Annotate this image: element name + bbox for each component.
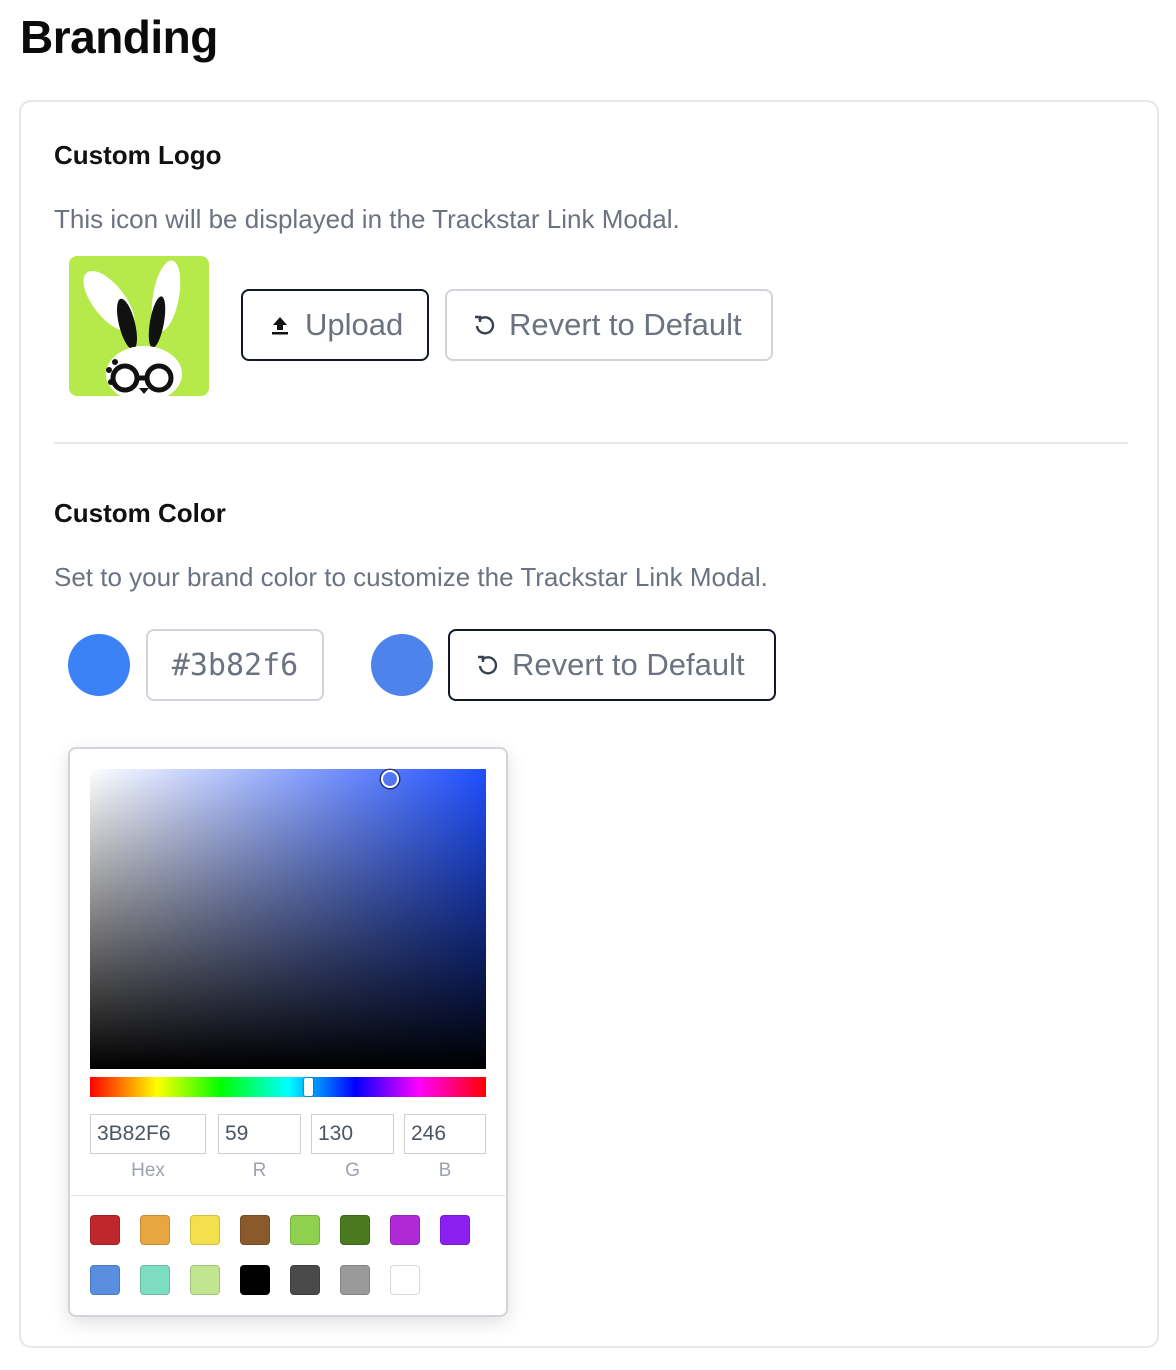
revert-color-button-label: Revert to Default [512, 647, 745, 682]
upload-icon [267, 312, 293, 338]
picker-g-input[interactable]: 130 [311, 1114, 394, 1154]
preset-color-swatch[interactable] [440, 1215, 470, 1245]
revert-icon [471, 312, 497, 338]
revert-logo-button[interactable]: Revert to Default [445, 289, 773, 361]
preset-color-swatch[interactable] [340, 1265, 370, 1295]
preset-color-swatch[interactable] [390, 1265, 420, 1295]
picker-g-label: G [345, 1160, 360, 1181]
default-color-swatch [371, 634, 433, 696]
revert-icon [474, 652, 500, 678]
picker-hex-label: Hex [131, 1160, 165, 1181]
bunny-logo-icon [83, 260, 182, 396]
saturation-area[interactable] [90, 769, 486, 1069]
branding-card: Custom Logo This icon will be displayed … [19, 100, 1159, 1348]
hex-color-input[interactable]: #3b82f6 [146, 629, 324, 701]
preset-color-swatch[interactable] [240, 1215, 270, 1245]
hue-slider[interactable] [90, 1077, 486, 1097]
picker-divider [70, 1195, 506, 1196]
picker-b-label: B [438, 1160, 452, 1181]
preset-color-swatch[interactable] [140, 1265, 170, 1295]
revert-color-button[interactable]: Revert to Default [448, 629, 776, 701]
picker-r-input[interactable]: 59 [218, 1114, 301, 1154]
revert-logo-button-label: Revert to Default [509, 307, 742, 342]
preset-color-swatch[interactable] [390, 1215, 420, 1245]
color-picker-popover: 3B82F6 59 130 246 Hex R G B [68, 747, 508, 1317]
logo-preview [69, 256, 209, 396]
picker-hex-input[interactable]: 3B82F6 [90, 1114, 206, 1154]
picker-b-input[interactable]: 246 [404, 1114, 486, 1154]
preset-color-swatch[interactable] [290, 1265, 320, 1295]
custom-logo-description: This icon will be displayed in the Track… [54, 204, 680, 234]
hue-slider-handle[interactable] [304, 1078, 313, 1096]
page-title: Branding [20, 11, 218, 63]
preset-color-swatch[interactable] [140, 1215, 170, 1245]
preset-color-swatch[interactable] [90, 1215, 120, 1245]
preset-color-swatch[interactable] [240, 1265, 270, 1295]
custom-color-description: Set to your brand color to customize the… [54, 562, 768, 592]
saturation-handle[interactable] [381, 770, 399, 788]
custom-logo-title: Custom Logo [54, 140, 222, 170]
preset-color-swatch[interactable] [340, 1215, 370, 1245]
current-color-swatch[interactable] [68, 634, 130, 696]
upload-button-label: Upload [305, 307, 404, 342]
preset-color-swatch[interactable] [190, 1265, 220, 1295]
preset-color-swatch[interactable] [190, 1215, 220, 1245]
section-divider [54, 442, 1128, 444]
preset-color-swatch[interactable] [90, 1265, 120, 1295]
upload-button[interactable]: Upload [241, 289, 429, 361]
picker-r-label: R [252, 1160, 267, 1181]
custom-color-title: Custom Color [54, 498, 226, 528]
preset-color-swatch[interactable] [290, 1215, 320, 1245]
